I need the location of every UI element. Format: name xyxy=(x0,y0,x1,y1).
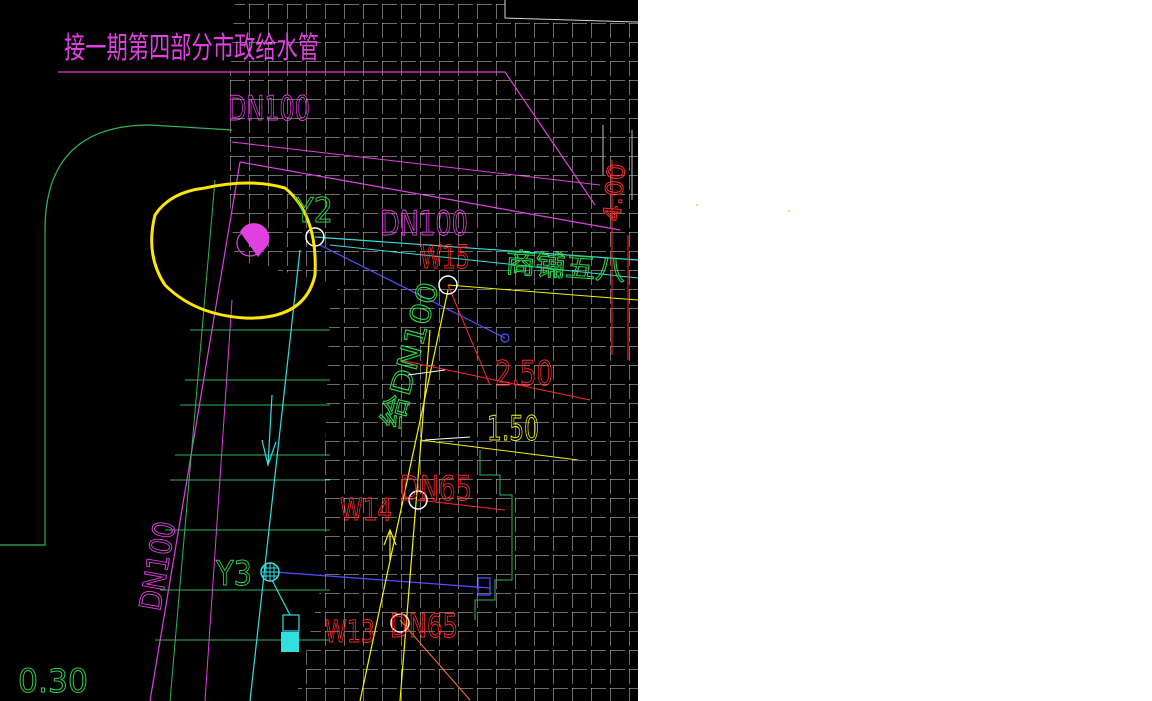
cad-drawing-viewport[interactable]: 接一期第四部分市政给水管 DN100 Y2 DN100 W15 商铺五八 2.5… xyxy=(0,0,638,701)
label-w13: W13 xyxy=(325,615,375,650)
magenta-wall-3 xyxy=(204,299,233,701)
label-dn65-b: DN65 xyxy=(390,607,458,645)
label-y3: Y3 xyxy=(215,554,252,594)
speck-1 xyxy=(696,204,698,206)
drawing-title: 接一期第四部分市政给水管 xyxy=(64,31,319,66)
label-dn100-left: DN100 xyxy=(133,519,183,614)
label-right-vertical: 4.00 xyxy=(598,162,631,222)
magenta-wall-1 xyxy=(149,161,241,701)
cyan-meter-box-outline xyxy=(282,614,300,632)
cyan-branch xyxy=(271,579,291,616)
label-2-50: 2.50 xyxy=(495,354,553,394)
label-bottom-left: 0.30 xyxy=(18,662,88,700)
label-w15: W15 xyxy=(420,238,470,276)
green-vertical-1 xyxy=(169,179,216,701)
building-grid-hatch xyxy=(225,0,638,701)
building-grid-hatch-top xyxy=(505,0,638,20)
label-y2: Y2 xyxy=(294,191,333,231)
cyan-meter-box xyxy=(281,632,299,652)
label-w14: W14 xyxy=(340,493,392,528)
label-dn100-top: DN100 xyxy=(228,89,310,129)
label-1-50: 1.50 xyxy=(487,409,539,449)
label-dn65-a: DN65 xyxy=(400,469,472,509)
empty-workspace xyxy=(638,0,1152,701)
speck-2 xyxy=(788,210,790,212)
cad-drawing-canvas: 接一期第四部分市政给水管 DN100 Y2 DN100 W15 商铺五八 2.5… xyxy=(0,0,638,701)
